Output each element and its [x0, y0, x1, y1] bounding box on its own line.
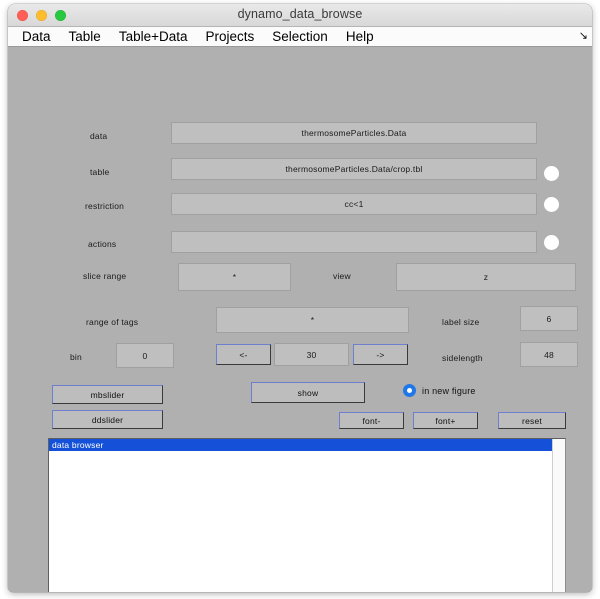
- title-bar: dynamo_data_browse: [8, 4, 592, 27]
- label-bin: bin: [70, 352, 82, 362]
- radio-selected-icon[interactable]: [403, 384, 416, 397]
- label-table: table: [90, 167, 110, 177]
- menu-bar: Data Table Table+Data Projects Selection…: [8, 27, 592, 47]
- ddslider-button[interactable]: ddslider: [52, 410, 163, 429]
- listbox-items: data browser: [49, 439, 553, 592]
- field-actions[interactable]: [171, 231, 537, 253]
- font-decrease-button[interactable]: font-: [339, 412, 404, 429]
- font-increase-button[interactable]: font+: [413, 412, 478, 429]
- table-browse-circle-button[interactable]: [544, 166, 559, 181]
- field-table[interactable]: thermosomeParticles.Data/crop.tbl: [171, 158, 537, 180]
- listbox-scrollbar[interactable]: [552, 439, 565, 592]
- application-window: dynamo_data_browse Data Table Table+Data…: [8, 4, 592, 592]
- list-item[interactable]: data browser: [49, 439, 553, 451]
- in-new-figure-label: in new figure: [422, 385, 476, 396]
- label-data: data: [90, 131, 108, 141]
- label-restriction: restriction: [85, 201, 125, 211]
- label-sidelength: sidelength: [442, 353, 483, 363]
- window-title: dynamo_data_browse: [237, 7, 363, 21]
- label-range-of-tags: range of tags: [86, 317, 139, 327]
- field-view[interactable]: z: [396, 263, 576, 291]
- in-new-figure-radio-group[interactable]: in new figure: [403, 384, 476, 397]
- next-tag-button[interactable]: ->: [353, 344, 408, 365]
- show-button[interactable]: show: [251, 382, 365, 403]
- menu-item-selection[interactable]: Selection: [263, 27, 337, 46]
- field-slice-range[interactable]: *: [178, 263, 291, 291]
- menu-item-table[interactable]: Table: [60, 27, 110, 46]
- menu-item-projects[interactable]: Projects: [197, 27, 264, 46]
- field-restriction[interactable]: cc<1: [171, 193, 537, 215]
- client-area: data thermosomeParticles.Data table ther…: [8, 47, 592, 592]
- label-actions: actions: [88, 239, 117, 249]
- data-browser-listbox[interactable]: data browser: [48, 438, 566, 592]
- menu-item-data[interactable]: Data: [13, 27, 60, 46]
- menu-overflow-arrow-icon[interactable]: ↘: [579, 29, 588, 43]
- field-sidelength[interactable]: 48: [520, 342, 578, 367]
- actions-browse-circle-button[interactable]: [544, 235, 559, 250]
- field-tag-counter[interactable]: 30: [274, 343, 349, 366]
- menu-item-help[interactable]: Help: [337, 27, 383, 46]
- reset-button[interactable]: reset: [498, 412, 566, 429]
- field-data[interactable]: thermosomeParticles.Data: [171, 122, 537, 144]
- label-slice-range: slice range: [83, 271, 127, 281]
- previous-tag-button[interactable]: <-: [216, 344, 271, 365]
- label-label-size: label size: [442, 317, 480, 327]
- restriction-browse-circle-button[interactable]: [544, 197, 559, 212]
- field-label-size[interactable]: 6: [520, 306, 578, 331]
- label-view: view: [333, 271, 351, 281]
- menu-item-table-data[interactable]: Table+Data: [110, 27, 197, 46]
- mbslider-button[interactable]: mbslider: [52, 385, 163, 404]
- field-range-of-tags[interactable]: *: [216, 307, 409, 333]
- field-bin[interactable]: 0: [116, 343, 174, 368]
